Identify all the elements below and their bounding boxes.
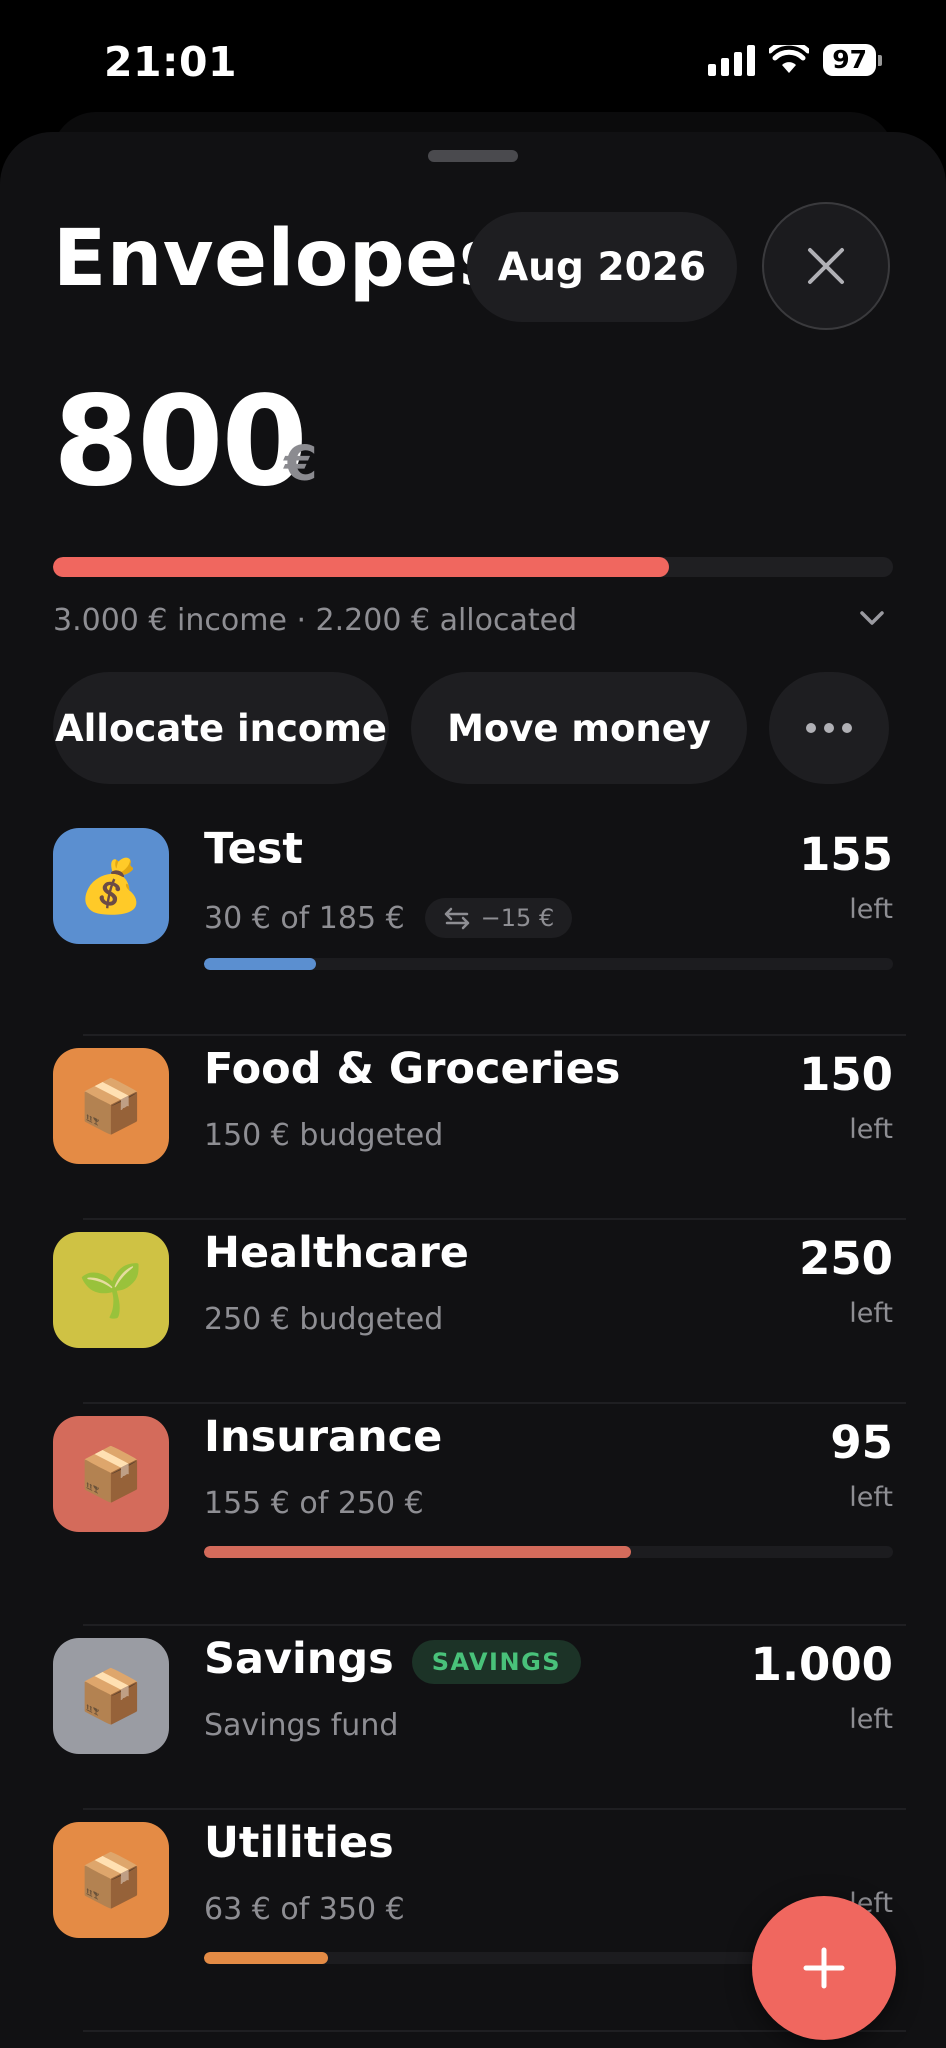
close-button[interactable] (762, 202, 890, 330)
envelope-left-label: left (849, 1298, 893, 1329)
envelope-remaining: 155 (799, 828, 893, 881)
income-summary: 3.000 € income · 2.200 € allocated (53, 603, 578, 638)
status-icons: 97 (708, 44, 882, 76)
envelope-row[interactable]: 🌱 Healthcare 250 € budgeted 250 left (0, 1220, 946, 1404)
envelope-row[interactable]: 📦 Savings SAVINGS Savings fund 1.000 left (0, 1626, 946, 1810)
envelope-progress-fill (204, 1952, 329, 1964)
envelope-remaining: 150 (799, 1048, 893, 1101)
envelope-name: Food & Groceries (204, 1044, 620, 1094)
envelope-subtitle: 150 € budgeted (204, 1118, 443, 1153)
envelope-name: Test (204, 824, 303, 874)
envelope-subtitle: 30 € of 185 € −15 € (204, 898, 573, 938)
status-time: 21:01 (104, 38, 238, 86)
close-icon (808, 248, 844, 284)
money-bag-icon: 💰 (53, 828, 169, 944)
envelope-left-label: left (849, 1704, 893, 1735)
allocate-income-button[interactable]: Allocate income (53, 672, 389, 784)
envelope-name-text: Food & Groceries (204, 1044, 621, 1094)
envelope-name-text: Insurance (204, 1412, 443, 1462)
envelope-progress-fill (204, 1546, 632, 1558)
chevron-down-icon[interactable] (856, 602, 888, 634)
envelope-subtitle-text: 155 € of 250 € (204, 1486, 424, 1521)
envelope-subtitle: 63 € of 350 € (204, 1892, 405, 1927)
envelope-subtitle-text: 63 € of 350 € (204, 1892, 405, 1927)
row-divider (83, 2030, 906, 2032)
envelope-name-text: Healthcare (204, 1228, 469, 1278)
envelope-subtitle-text: 150 € budgeted (204, 1118, 444, 1153)
envelope-subtitle-text: Savings fund (204, 1708, 399, 1743)
envelope-name-text: Utilities (204, 1818, 394, 1868)
package-icon: 📦 (53, 1822, 169, 1938)
envelope-row[interactable]: 📦 Food & Groceries 150 € budgeted 150 left (0, 1036, 946, 1220)
ellipsis-icon (806, 723, 852, 733)
envelope-remaining: 1.000 (750, 1638, 893, 1691)
envelope-row[interactable]: 📦 Insurance 155 € of 250 € 95 left (0, 1404, 946, 1626)
envelope-progress (204, 1546, 893, 1558)
envelope-progress (204, 958, 893, 970)
envelope-progress-fill (204, 958, 316, 970)
transfer-icon (444, 907, 469, 930)
envelope-name: Insurance (204, 1412, 442, 1462)
battery-icon: 97 (823, 44, 882, 76)
transfer-amount: −15 € (480, 904, 555, 932)
envelope-name-text: Savings (204, 1634, 394, 1684)
envelope-remaining: 250 (799, 1232, 893, 1285)
signal-icon (708, 44, 756, 76)
currency-symbol: € (284, 436, 318, 492)
envelopes-sheet: Envelopes Aug 2026 800 € 3.000 € income … (0, 132, 946, 2048)
available-amount: 800 (53, 370, 308, 514)
seedling-icon: 🌱 (53, 1232, 169, 1348)
envelope-subtitle: Savings fund (204, 1708, 398, 1743)
envelope-row[interactable]: 💰 Test 30 € of 185 € −15 € 155 left (0, 816, 946, 1036)
package-icon: 📦 (53, 1416, 169, 1532)
action-buttons: Allocate income Move money (53, 672, 889, 784)
envelope-name: Healthcare (204, 1228, 469, 1278)
envelope-subtitle-text: 250 € budgeted (204, 1302, 444, 1337)
sheet-grabber[interactable] (428, 150, 518, 162)
allocation-progress-fill (53, 557, 669, 577)
plus-icon (803, 1947, 845, 1989)
move-money-button[interactable]: Move money (411, 672, 747, 784)
envelope-subtitle-text: 30 € of 185 € (204, 900, 405, 936)
envelope-left-label: left (849, 1114, 893, 1145)
add-envelope-button[interactable] (752, 1896, 896, 2040)
envelope-subtitle: 155 € of 250 € (204, 1486, 424, 1521)
allocation-progress (53, 557, 893, 577)
envelope-name: Utilities (204, 1818, 394, 1868)
package-icon: 📦 (53, 1048, 169, 1164)
more-button[interactable] (769, 672, 889, 784)
envelope-remaining: 95 (830, 1416, 893, 1469)
package-icon: 📦 (53, 1638, 169, 1754)
envelope-left-label: left (849, 1482, 893, 1513)
page-title: Envelopes (53, 214, 506, 304)
battery-level: 97 (823, 44, 876, 76)
envelope-name-text: Test (204, 824, 303, 874)
envelope-subtitle: 250 € budgeted (204, 1302, 443, 1337)
transfer-chip: −15 € (424, 898, 573, 938)
savings-badge: SAVINGS (411, 1639, 582, 1684)
envelope-name: Savings SAVINGS (204, 1634, 582, 1684)
status-bar: 21:01 97 (0, 0, 946, 120)
wifi-icon (769, 45, 810, 73)
month-selector[interactable]: Aug 2026 (467, 212, 737, 322)
envelope-left-label: left (849, 894, 893, 925)
